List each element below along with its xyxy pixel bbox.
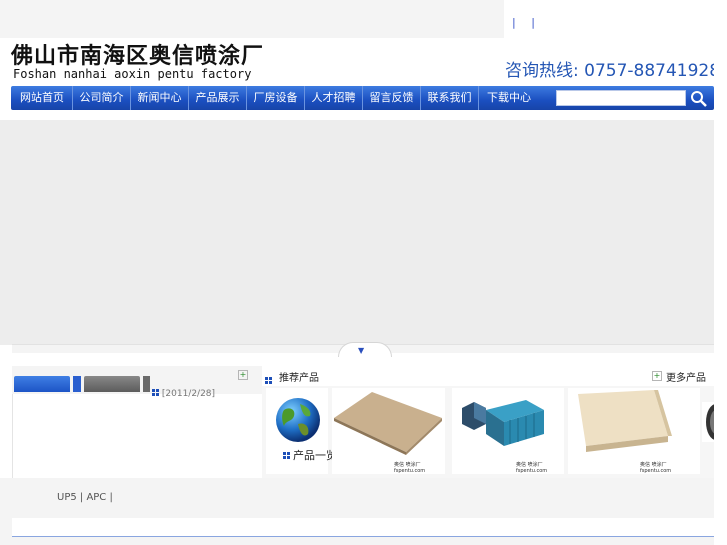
product-caption-url: fspentu.com (394, 468, 426, 474)
search-input[interactable] (556, 90, 686, 106)
search-button[interactable] (689, 89, 709, 108)
nav-item-contact[interactable]: 联系我们 (421, 86, 479, 110)
nav-item-news[interactable]: 新闻中心 (131, 86, 189, 110)
nav-item-about[interactable]: 公司简介 (73, 86, 131, 110)
news-item[interactable]: [2011/2/28] (152, 389, 215, 399)
product-image (706, 404, 714, 440)
page-margin-right (714, 0, 727, 545)
footer-links[interactable]: UP5 | APC | (57, 492, 113, 503)
product-card-4-partial[interactable] (702, 402, 714, 442)
nav-item-facilities[interactable]: 厂房设备 (247, 86, 305, 110)
globe-icon (276, 398, 320, 442)
nav-item-products[interactable]: 产品展示 (189, 86, 247, 110)
product-image (578, 390, 672, 452)
product-image (462, 400, 544, 446)
product-image (334, 392, 442, 455)
news-date: [2011/2/28] (161, 389, 216, 399)
news-tab-inactive-edge (143, 376, 150, 392)
product-caption-url: fspentu.com (516, 468, 548, 474)
news-tab-active-edge (73, 376, 81, 392)
nav-item-download[interactable]: 下载中心 (479, 86, 539, 110)
more-products-link[interactable]: 更多产品 (666, 369, 706, 384)
news-tab-inactive[interactable] (84, 376, 140, 392)
bullet-icon (283, 452, 290, 459)
products-title: 推荐产品 (279, 373, 319, 384)
nav-items: 网站首页 公司简介 新闻中心 产品展示 厂房设备 人才招聘 留言反馈 联系我们 … (12, 86, 539, 110)
product-card-2[interactable]: 奥信 喷涂厂 fspentu.com (452, 388, 564, 474)
nav-item-feedback[interactable]: 留言反馈 (363, 86, 421, 110)
hotline: 咨询热线: 0757-88741928 (505, 61, 721, 81)
more-products-icon: + (652, 371, 662, 381)
products-header (262, 366, 714, 386)
news-tab-active[interactable] (14, 376, 70, 392)
banner-area (0, 120, 727, 345)
banner-toggle[interactable] (338, 342, 392, 357)
nav-item-home[interactable]: 网站首页 (12, 86, 73, 110)
arrow-down-icon: ▼ (358, 346, 365, 355)
top-bar (0, 0, 504, 38)
footer-divider (12, 536, 714, 537)
footer-bar (12, 518, 714, 536)
product-card-3[interactable]: 奥信 喷涂厂 fspentu.com (568, 388, 700, 474)
more-news-icon[interactable]: + (238, 370, 248, 380)
search-icon (691, 91, 707, 107)
product-card-1[interactable]: 奥信 喷涂厂 fspentu.com (332, 388, 445, 474)
site-title: 佛山市南海区奥信喷涂厂 (11, 44, 265, 69)
top-links[interactable]: | | (512, 16, 541, 29)
nav-item-jobs[interactable]: 人才招聘 (305, 86, 363, 110)
product-caption-url: fspentu.com (640, 468, 672, 474)
bullet-icon (152, 389, 159, 396)
product-overview-label[interactable]: 产品一览 (283, 447, 337, 463)
site-subtitle: Foshan nanhai aoxin pentu factory (13, 67, 252, 81)
